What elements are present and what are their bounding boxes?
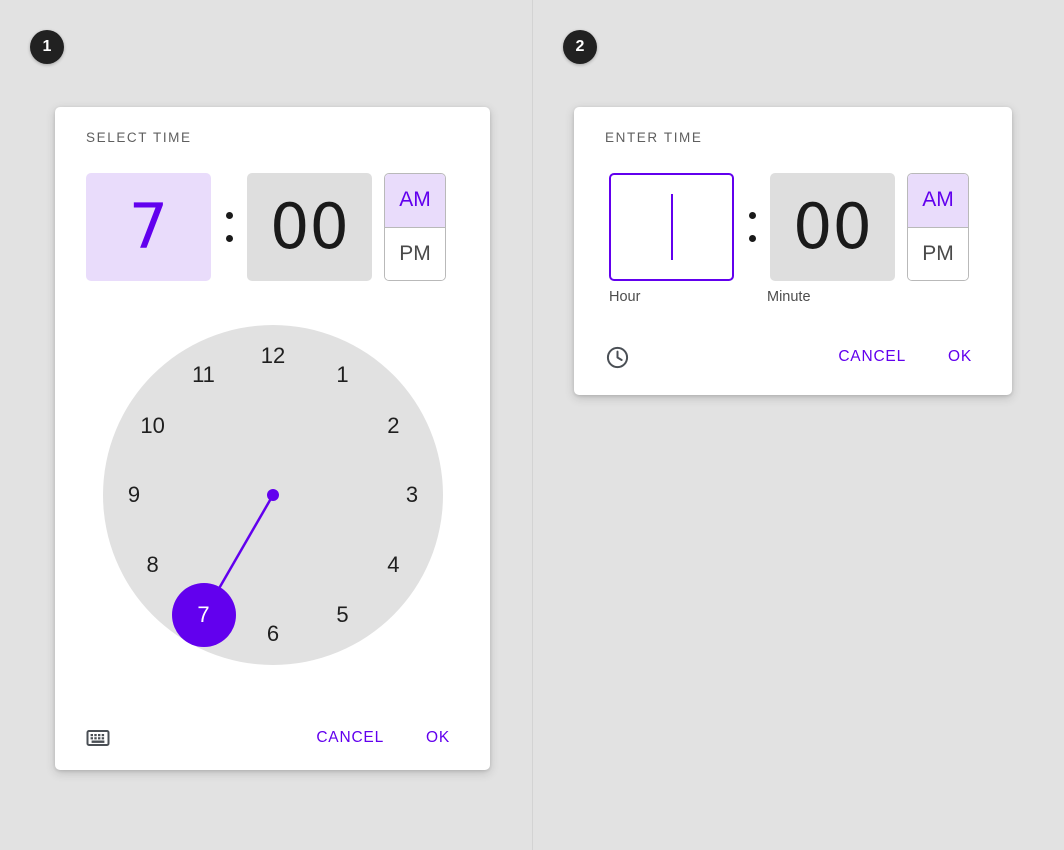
meridiem-toggle: AM PM xyxy=(384,173,446,281)
hour-caption: Hour xyxy=(609,289,641,305)
keyboard-icon-glyph xyxy=(86,730,110,746)
clock-number[interactable]: 4 xyxy=(373,545,413,585)
clock-number[interactable]: 2 xyxy=(373,406,413,446)
meridiem-toggle: AM PM xyxy=(907,173,969,281)
enter-time-title: ENTER TIME xyxy=(605,130,703,145)
select-time-title: SELECT TIME xyxy=(86,130,192,145)
select-time-action-bar: CANCEL OK xyxy=(55,710,490,766)
separator-dot-top xyxy=(748,212,756,219)
minute-input-value: 00 xyxy=(793,190,872,263)
step-badge-2-label: 2 xyxy=(575,38,585,55)
hour-field-selected[interactable]: 7 xyxy=(86,173,211,281)
hour-input[interactable] xyxy=(609,173,734,281)
keyboard-icon[interactable] xyxy=(81,721,115,755)
cancel-button[interactable]: CANCEL xyxy=(828,340,916,374)
time-separator xyxy=(734,173,770,281)
meridiem-pm-option[interactable]: PM xyxy=(908,227,968,280)
clock-number[interactable]: 5 xyxy=(323,595,363,635)
select-time-dialog: SELECT TIME 7 00 AM PM 12 1 2 3 4 5 6 7 … xyxy=(55,107,490,770)
enter-time-action-bar: CANCEL OK xyxy=(574,329,1012,385)
separator-dot-bottom xyxy=(225,235,233,242)
minute-field[interactable]: 00 xyxy=(247,173,372,281)
ok-button[interactable]: OK xyxy=(938,340,982,374)
clock-icon-glyph xyxy=(606,346,628,368)
cancel-button[interactable]: CANCEL xyxy=(306,721,394,755)
enter-time-input-row: 00 AM PM xyxy=(609,173,969,281)
meridiem-pm-option[interactable]: PM xyxy=(385,227,445,280)
clock-number[interactable]: 12 xyxy=(253,336,293,376)
separator-dot-bottom xyxy=(748,235,756,242)
meridiem-am-option[interactable]: AM xyxy=(908,174,968,228)
clock-number[interactable]: 9 xyxy=(114,475,154,515)
clock-number[interactable]: 1 xyxy=(323,355,363,395)
enter-time-dialog: ENTER TIME 00 AM PM Hour Minute CANCEL O… xyxy=(574,107,1012,395)
minute-value: 00 xyxy=(270,190,349,263)
clock-selected-number[interactable]: 7 xyxy=(171,583,236,648)
clock-number[interactable]: 6 xyxy=(253,614,293,654)
clock-icon[interactable] xyxy=(600,340,634,374)
clock-number[interactable]: 8 xyxy=(133,545,173,585)
clock-number[interactable]: 3 xyxy=(392,475,432,515)
minute-input[interactable]: 00 xyxy=(770,173,895,281)
text-caret xyxy=(670,194,673,260)
clock-number[interactable]: 11 xyxy=(184,355,224,395)
clock-number[interactable]: 10 xyxy=(133,406,173,446)
screenshot-stage: 1 SELECT TIME 7 00 AM PM 12 1 2 3 4 5 6 … xyxy=(0,0,1064,850)
hour-value: 7 xyxy=(128,190,169,263)
separator-dot-top xyxy=(225,212,233,219)
analog-clock-dial[interactable]: 12 1 2 3 4 5 6 7 8 9 10 11 xyxy=(103,325,443,665)
ok-button[interactable]: OK xyxy=(416,721,460,755)
step-badge-1: 1 xyxy=(30,30,64,64)
step-badge-2: 2 xyxy=(563,30,597,64)
select-time-input-row: 7 00 AM PM xyxy=(86,173,446,281)
meridiem-am-option[interactable]: AM xyxy=(385,174,445,228)
step-badge-1-label: 1 xyxy=(42,38,52,55)
minute-caption: Minute xyxy=(767,289,811,305)
panel-divider xyxy=(532,0,533,850)
time-separator xyxy=(211,173,247,281)
